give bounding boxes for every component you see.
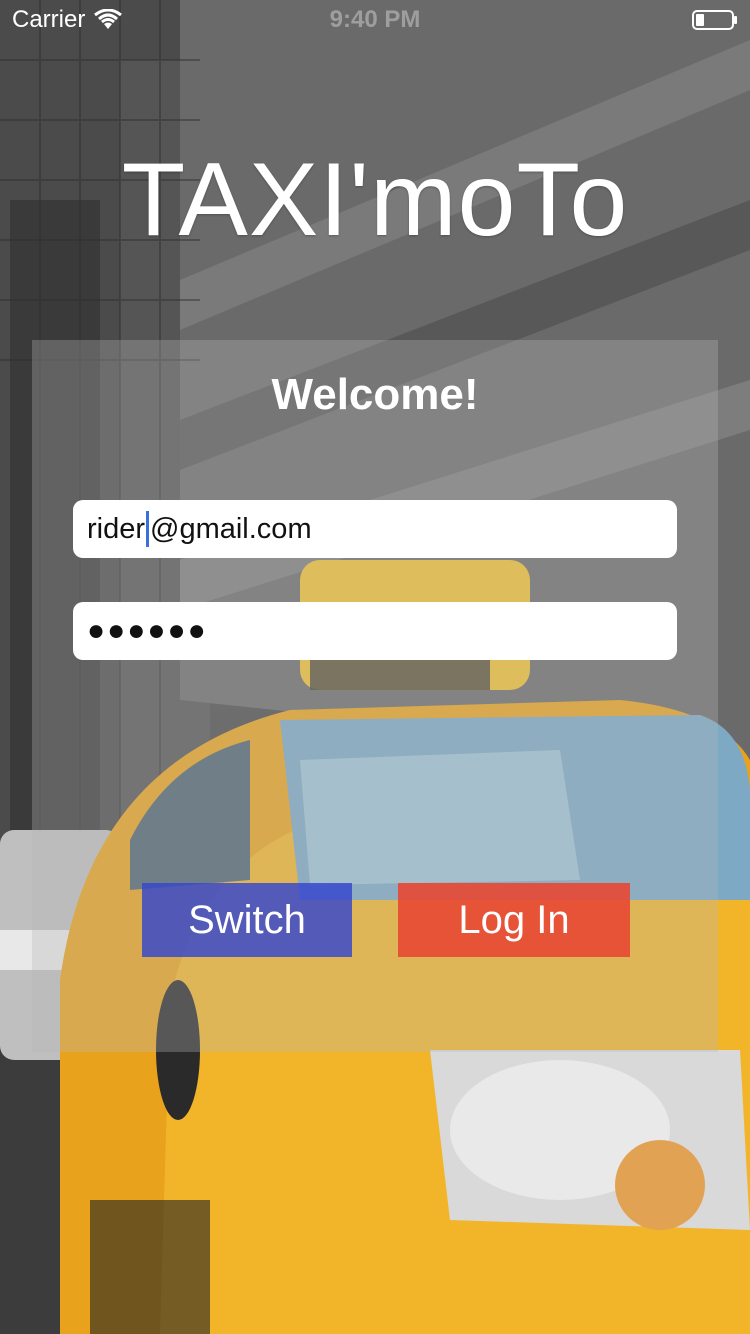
password-field[interactable]: ●●●●●● [73,602,677,660]
status-time: 9:40 PM [329,6,421,33]
login-screen: Carrier 9:40 PM TAXI'moTo Welcome! rider… [0,0,750,1334]
welcome-heading: Welcome! [271,370,479,419]
log-in-button[interactable]: Log In [398,883,630,957]
switch-button[interactable]: Switch [142,883,352,957]
text-caret [146,511,150,547]
password-masked-value: ●●●●●● [87,614,208,647]
email-text-after-caret: @gmail.com [150,512,312,545]
status-bar: Carrier 9:40 PM [0,0,750,40]
app-title: TAXI'moTo [121,142,629,258]
login-panel: Welcome! rider @gmail.com ●●●●●● Switch L… [32,340,718,1052]
email-text-before-caret: rider [87,512,146,545]
email-field[interactable]: rider @gmail.com [73,500,677,558]
battery-icon [692,10,737,30]
